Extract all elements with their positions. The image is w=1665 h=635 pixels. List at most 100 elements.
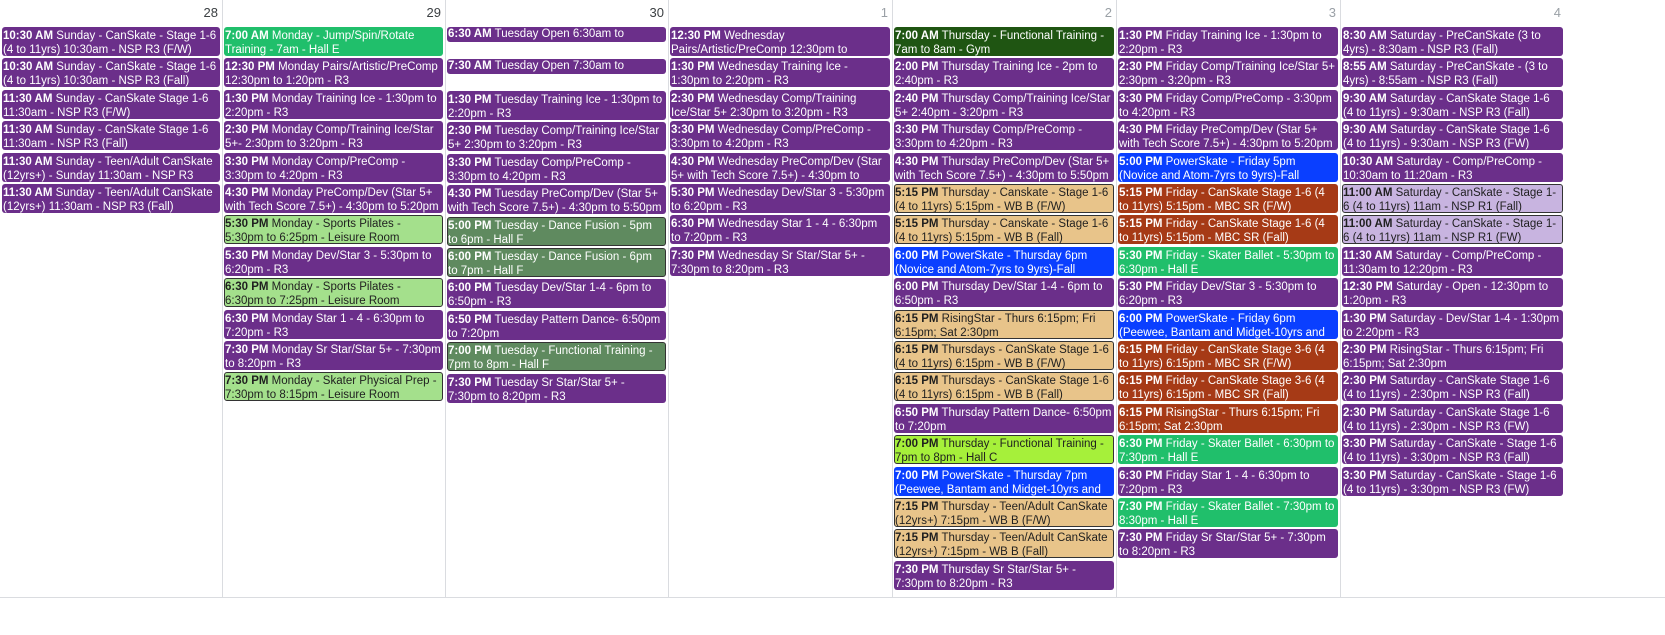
calendar-event[interactable]: 7:30 PM Monday Sr Star/Star 5+ - 7:30pm …: [224, 341, 443, 370]
calendar-event[interactable]: 7:00 PM PowerSkate - Thursday 7pm (Peewe…: [894, 466, 1114, 496]
calendar-event[interactable]: 6:00 PM Tuesday Dev/Star 1-4 - 6pm to 6:…: [447, 279, 666, 309]
day-cell-1[interactable]: 1 12:30 PM Wednesday Pairs/Artistic/PreCo…: [668, 0, 892, 635]
calendar-event[interactable]: 5:15 PM Friday - CanSkate Stage 1-6 (4 t…: [1118, 184, 1338, 213]
calendar-event[interactable]: 11:30 AM Sunday - CanSkate Stage 1-6 11:…: [2, 121, 220, 151]
calendar-event[interactable]: 3:30 PM Tuesday Comp/PreComp - 3:30pm to…: [447, 153, 666, 183]
day-number[interactable]: 1: [881, 5, 888, 20]
calendar-event[interactable]: 3:30 PM Wednesday Comp/PreComp - 3:30pm …: [670, 121, 890, 151]
calendar-event[interactable]: 5:30 PM Monday - Sports Pilates - 5:30pm…: [224, 215, 443, 245]
calendar-event[interactable]: 2:30 PM Saturday - CanSkate Stage 1-6 (4…: [1342, 403, 1563, 433]
calendar-event[interactable]: 4:30 PM Tuesday PreComp/Dev (Star 5+ wit…: [447, 185, 666, 215]
calendar-event[interactable]: 11:30 AM Sunday - Teen/Adult CanSkate (1…: [2, 184, 220, 213]
calendar-event[interactable]: 1:30 PM Friday Training Ice - 1:30pm to …: [1118, 27, 1338, 56]
day-number[interactable]: 30: [650, 5, 664, 20]
calendar-event[interactable]: 6:00 PM PowerSkate - Thursday 6pm (Novic…: [894, 246, 1114, 276]
calendar-event[interactable]: 2:30 PM Wednesday Comp/Training Ice/Star…: [670, 89, 890, 119]
calendar-event[interactable]: 4:30 PM Wednesday PreComp/Dev (Star 5+ w…: [670, 152, 890, 182]
calendar-event[interactable]: 7:00 PM Tuesday - Functional Training - …: [447, 342, 666, 372]
calendar-event[interactable]: 6:15 PM Friday - CanSkate Stage 3-6 (4 t…: [1118, 372, 1338, 402]
calendar-event[interactable]: 3:30 PM Saturday - CanSkate - Stage 1-6 …: [1342, 466, 1563, 496]
day-cell-28[interactable]: 28 10:30 AM Sunday - CanSkate - Stage 1-6…: [0, 0, 222, 635]
calendar-event[interactable]: 6:30 PM Monday - Sports Pilates - 6:30pm…: [224, 278, 443, 308]
calendar-event[interactable]: 7:30 AM Tuesday Open 7:30am to 8:20am - …: [447, 59, 666, 74]
calendar-event[interactable]: 6:00 PM PowerSkate - Friday 6pm (Peewee,…: [1118, 309, 1338, 339]
calendar-event[interactable]: 7:30 PM Wednesday Sr Star/Star 5+ - 7:30…: [670, 246, 890, 276]
calendar-event[interactable]: 3:30 PM Monday Comp/PreComp - 3:30pm to …: [224, 152, 443, 182]
day-number[interactable]: 29: [427, 5, 441, 20]
calendar-event[interactable]: 5:30 PM Monday Dev/Star 3 - 5:30pm to 6:…: [224, 246, 443, 276]
calendar-event[interactable]: 2:40 PM Thursday Comp/Training Ice/Star …: [894, 89, 1114, 119]
calendar-event[interactable]: 6:15 PM RisingStar - Thurs 6:15pm; Fri 6…: [894, 309, 1114, 339]
calendar-event[interactable]: 7:00 AM Monday - Jump/Spin/Rotate Traini…: [224, 27, 443, 56]
calendar-event[interactable]: 11:30 AM Saturday - Comp/PreComp - 11:30…: [1342, 246, 1563, 276]
calendar-event[interactable]: 1:30 PM Monday Training Ice - 1:30pm to …: [224, 89, 443, 119]
calendar-event[interactable]: 1:30 PM Tuesday Training Ice - 1:30pm to…: [447, 91, 666, 120]
calendar-event[interactable]: 3:30 PM Saturday - CanSkate - Stage 1-6 …: [1342, 435, 1563, 465]
calendar-event[interactable]: 5:15 PM Thursday - Canskate - Stage 1-6 …: [894, 215, 1114, 245]
calendar-event[interactable]: 1:30 PM Wednesday Training Ice - 1:30pm …: [670, 58, 890, 88]
calendar-event[interactable]: 12:30 PM Saturday - Open - 12:30pm to 1:…: [1342, 278, 1563, 308]
calendar-event[interactable]: 6:50 PM Thursday Pattern Dance- 6:50pm t…: [894, 403, 1114, 433]
calendar-event[interactable]: 6:15 PM Friday - CanSkate Stage 3-6 (4 t…: [1118, 341, 1338, 370]
calendar-event[interactable]: 6:30 AM Tuesday Open 6:30am to 7:20am - …: [447, 27, 666, 42]
calendar-event[interactable]: 7:15 PM Thursday - Teen/Adult CanSkate (…: [894, 529, 1114, 559]
calendar-event[interactable]: 8:30 AM Saturday - PreCanSkate (3 to 4yr…: [1342, 27, 1563, 56]
calendar-event[interactable]: 4:30 PM Monday PreComp/Dev (Star 5+ with…: [224, 184, 443, 213]
calendar-event[interactable]: 3:30 PM Friday Comp/PreComp - 3:30pm to …: [1118, 89, 1338, 119]
calendar-event[interactable]: 5:30 PM Friday - Skater Ballet - 5:30pm …: [1118, 246, 1338, 276]
calendar-event[interactable]: 12:30 PM Wednesday Pairs/Artistic/PreCom…: [670, 27, 890, 56]
calendar-event[interactable]: 6:30 PM Wednesday Star 1 - 4 - 6:30pm to…: [670, 215, 890, 245]
calendar-event[interactable]: 10:30 AM Sunday - CanSkate - Stage 1-6 (…: [2, 58, 220, 88]
calendar-event[interactable]: 6:30 PM Friday Star 1 - 4 - 6:30pm to 7:…: [1118, 466, 1338, 496]
calendar-event[interactable]: 6:30 PM Monday Star 1 - 4 - 6:30pm to 7:…: [224, 309, 443, 339]
day-cell-4[interactable]: 4 8:30 AM Saturday - PreCanSkate (3 to 4y…: [1340, 0, 1565, 635]
calendar-event[interactable]: 9:30 AM Saturday - CanSkate Stage 1-6 (4…: [1342, 121, 1563, 151]
calendar-event[interactable]: 7:30 PM Tuesday Sr Star/Star 5+ - 7:30pm…: [447, 373, 666, 403]
calendar-event[interactable]: 2:30 PM Monday Comp/Training Ice/Star 5+…: [224, 121, 443, 151]
calendar-event[interactable]: 11:30 AM Sunday - Teen/Adult CanSkate (1…: [2, 152, 220, 182]
calendar-event[interactable]: 11:00 AM Saturday - CanSkate - Stage 1-6…: [1342, 184, 1563, 213]
calendar-event[interactable]: 5:00 PM PowerSkate - Friday 5pm (Novice …: [1118, 152, 1338, 182]
calendar-event[interactable]: 11:30 AM Sunday - CanSkate Stage 1-6 11:…: [2, 89, 220, 119]
day-number[interactable]: 4: [1554, 5, 1561, 20]
calendar-event[interactable]: 2:30 PM RisingStar - Thurs 6:15pm; Fri 6…: [1342, 341, 1563, 370]
day-cell-30[interactable]: 30 6:30 AM Tuesday Open 6:30am to 7:20am …: [445, 0, 668, 635]
calendar-event[interactable]: 3:30 PM Thursday Comp/PreComp - 3:30pm t…: [894, 121, 1114, 151]
day-number[interactable]: 28: [204, 5, 218, 20]
calendar-event[interactable]: 2:30 PM Tuesday Comp/Training Ice/Star 5…: [447, 122, 666, 152]
calendar-event[interactable]: 7:15 PM Thursday - Teen/Adult CanSkate (…: [894, 498, 1114, 527]
calendar-event[interactable]: 7:30 PM Friday - Skater Ballet - 7:30pm …: [1118, 498, 1338, 527]
calendar-event[interactable]: 12:30 PM Monday Pairs/Artistic/PreComp 1…: [224, 58, 443, 88]
calendar-event[interactable]: 2:30 PM Friday Comp/Training Ice/Star 5+…: [1118, 58, 1338, 88]
calendar-event[interactable]: 2:00 PM Thursday Training Ice - 2pm to 2…: [894, 58, 1114, 88]
calendar-event[interactable]: 4:30 PM Thursday PreComp/Dev (Star 5+ wi…: [894, 152, 1114, 182]
calendar-event[interactable]: 4:30 PM Friday PreComp/Dev (Star 5+ with…: [1118, 121, 1338, 151]
calendar-event[interactable]: 5:15 PM Friday - CanSkate Stage 1-6 (4 t…: [1118, 215, 1338, 245]
calendar-event[interactable]: 7:30 PM Thursday Sr Star/Star 5+ - 7:30p…: [894, 560, 1114, 590]
calendar-event[interactable]: 7:00 AM Thursday - Functional Training -…: [894, 27, 1114, 56]
calendar-event[interactable]: 7:30 PM Monday - Skater Physical Prep - …: [224, 372, 443, 402]
calendar-event[interactable]: 5:30 PM Friday Dev/Star 3 - 5:30pm to 6:…: [1118, 278, 1338, 308]
calendar-event[interactable]: 7:00 PM Thursday - Functional Training -…: [894, 435, 1114, 465]
day-cell-3[interactable]: 3 1:30 PM Friday Training Ice - 1:30pm to…: [1116, 0, 1340, 635]
calendar-event[interactable]: 7:30 PM Friday Sr Star/Star 5+ - 7:30pm …: [1118, 529, 1338, 559]
calendar-event[interactable]: 6:00 PM Thursday Dev/Star 1-4 - 6pm to 6…: [894, 278, 1114, 308]
calendar-event[interactable]: 6:00 PM Tuesday - Dance Fusion - 6pm to …: [447, 248, 666, 277]
calendar-event[interactable]: 6:15 PM Thursdays - CanSkate Stage 1-6 (…: [894, 372, 1114, 402]
calendar-event[interactable]: 10:30 AM Saturday - Comp/PreComp - 10:30…: [1342, 152, 1563, 182]
day-cell-2[interactable]: 2 7:00 AM Thursday - Functional Training …: [892, 0, 1116, 635]
calendar-event[interactable]: 6:50 PM Tuesday Pattern Dance- 6:50pm to…: [447, 310, 666, 340]
day-cell-29[interactable]: 29 7:00 AM Monday - Jump/Spin/Rotate Trai…: [222, 0, 445, 635]
calendar-event[interactable]: 6:15 PM RisingStar - Thurs 6:15pm; Fri 6…: [1118, 403, 1338, 433]
day-number[interactable]: 3: [1329, 5, 1336, 20]
calendar-event[interactable]: 6:15 PM Thursdays - CanSkate Stage 1-6 (…: [894, 341, 1114, 370]
calendar-event[interactable]: 10:30 AM Sunday - CanSkate - Stage 1-6 (…: [2, 27, 220, 56]
calendar-event[interactable]: 1:30 PM Saturday - Dev/Star 1-4 - 1:30pm…: [1342, 309, 1563, 339]
calendar-event[interactable]: 6:30 PM Friday - Skater Ballet - 6:30pm …: [1118, 435, 1338, 465]
calendar-event[interactable]: 2:30 PM Saturday - CanSkate Stage 1-6 (4…: [1342, 372, 1563, 402]
calendar-event[interactable]: 5:15 PM Thursday - Canskate - Stage 1-6 …: [894, 184, 1114, 213]
day-number[interactable]: 2: [1105, 5, 1112, 20]
calendar-event[interactable]: 9:30 AM Saturday - CanSkate Stage 1-6 (4…: [1342, 89, 1563, 119]
calendar-event[interactable]: 5:00 PM Tuesday - Dance Fusion - 5pm to …: [447, 216, 666, 246]
calendar-event[interactable]: 11:00 AM Saturday - CanSkate - Stage 1-6…: [1342, 215, 1563, 245]
